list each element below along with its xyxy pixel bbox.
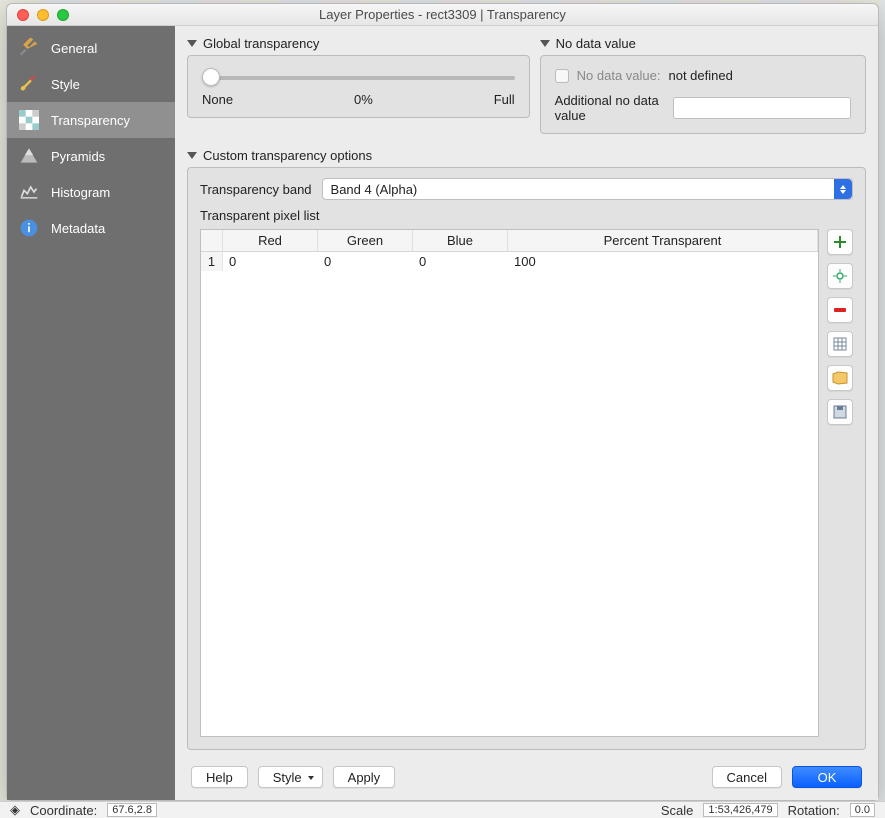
checker-icon [19, 110, 39, 130]
sidebar: General Style Transparency Pyramids [7, 26, 175, 800]
select-stepper-icon [834, 179, 852, 199]
table-row[interactable]: 1 0 0 0 100 [201, 252, 818, 271]
main-panel: Global transparency None 0% Full [175, 26, 878, 800]
sidebar-item-style[interactable]: Style [7, 66, 175, 102]
custom-transparency-heading[interactable]: Custom transparency options [187, 148, 866, 163]
coord-value[interactable]: 67.6,2.8 [107, 803, 157, 817]
global-transparency-heading[interactable]: Global transparency [187, 36, 530, 51]
slider-max-label: Full [494, 92, 515, 107]
no-data-value: not defined [669, 68, 733, 83]
cancel-button[interactable]: Cancel [712, 766, 782, 788]
sidebar-item-pyramids[interactable]: Pyramids [7, 138, 175, 174]
col-blue: Blue [413, 230, 508, 251]
sidebar-item-label: Pyramids [51, 149, 105, 164]
sidebar-item-label: Metadata [51, 221, 105, 236]
custom-transparency-group: Transparency band Band 4 (Alpha) Transpa… [187, 167, 866, 750]
dialog-window: Layer Properties - rect3309 | Transparen… [6, 3, 879, 801]
transparency-band-label: Transparency band [200, 182, 312, 197]
sidebar-item-label: Style [51, 77, 80, 92]
brush-icon [19, 74, 39, 94]
scale-label: Scale [661, 803, 694, 818]
histogram-icon [19, 182, 39, 202]
transparency-slider[interactable] [202, 68, 515, 86]
dialog-footer: Help Style Apply Cancel OK [187, 756, 866, 792]
slider-min-label: None [202, 92, 233, 107]
coord-label: Coordinate: [30, 803, 97, 818]
col-green: Green [318, 230, 413, 251]
global-transparency-group: None 0% Full [187, 55, 530, 118]
help-button[interactable]: Help [191, 766, 248, 788]
col-red: Red [223, 230, 318, 251]
sidebar-item-label: Histogram [51, 185, 110, 200]
rotation-value[interactable]: 0.0 [850, 803, 875, 817]
col-pct: Percent Transparent [508, 230, 818, 251]
transparency-band-value: Band 4 (Alpha) [331, 182, 418, 197]
table-header: Red Green Blue Percent Transparent [201, 230, 818, 252]
slider-value-label: 0% [354, 92, 373, 107]
sidebar-item-general[interactable]: General [7, 30, 175, 66]
apply-button[interactable]: Apply [333, 766, 396, 788]
sidebar-item-histogram[interactable]: Histogram [7, 174, 175, 210]
info-icon [19, 218, 39, 238]
pick-from-map-button[interactable] [827, 263, 853, 289]
pyramid-icon [19, 146, 39, 166]
remove-row-button[interactable] [827, 297, 853, 323]
sidebar-item-label: Transparency [51, 113, 130, 128]
dialog-body: General Style Transparency Pyramids [7, 26, 878, 800]
disclosure-icon [187, 152, 197, 159]
scale-value[interactable]: 1:53,426,479 [703, 803, 777, 817]
no-data-group: No data value: not defined Additional no… [540, 55, 866, 134]
export-button[interactable] [827, 399, 853, 425]
pixel-list-table[interactable]: Red Green Blue Percent Transparent 1 0 0… [200, 229, 819, 737]
ok-button[interactable]: OK [792, 766, 862, 788]
titlebar: Layer Properties - rect3309 | Transparen… [7, 4, 878, 26]
import-button[interactable] [827, 365, 853, 391]
additional-no-data-input[interactable] [673, 97, 851, 119]
pixel-list-toolbar [827, 229, 853, 737]
sidebar-item-transparency[interactable]: Transparency [7, 102, 175, 138]
sidebar-item-metadata[interactable]: Metadata [7, 210, 175, 246]
status-bar: ◈ Coordinate: 67.6,2.8 Scale 1:53,426,47… [0, 801, 885, 818]
no-data-heading[interactable]: No data value [540, 36, 866, 51]
style-button[interactable]: Style [258, 766, 323, 788]
default-values-button[interactable] [827, 331, 853, 357]
pixel-list-label: Transparent pixel list [200, 208, 853, 223]
no-data-checkbox[interactable] [555, 69, 569, 83]
additional-no-data-label: Additional no data value [555, 93, 665, 123]
render-icon: ◈ [10, 802, 20, 818]
window-title: Layer Properties - rect3309 | Transparen… [7, 7, 878, 22]
disclosure-icon [187, 40, 197, 47]
add-row-button[interactable] [827, 229, 853, 255]
disclosure-icon [540, 40, 550, 47]
transparency-band-select[interactable]: Band 4 (Alpha) [322, 178, 853, 200]
rotation-label: Rotation: [788, 803, 840, 818]
wrench-icon [19, 38, 39, 58]
no-data-checkbox-label: No data value: [577, 68, 661, 83]
sidebar-item-label: General [51, 41, 97, 56]
